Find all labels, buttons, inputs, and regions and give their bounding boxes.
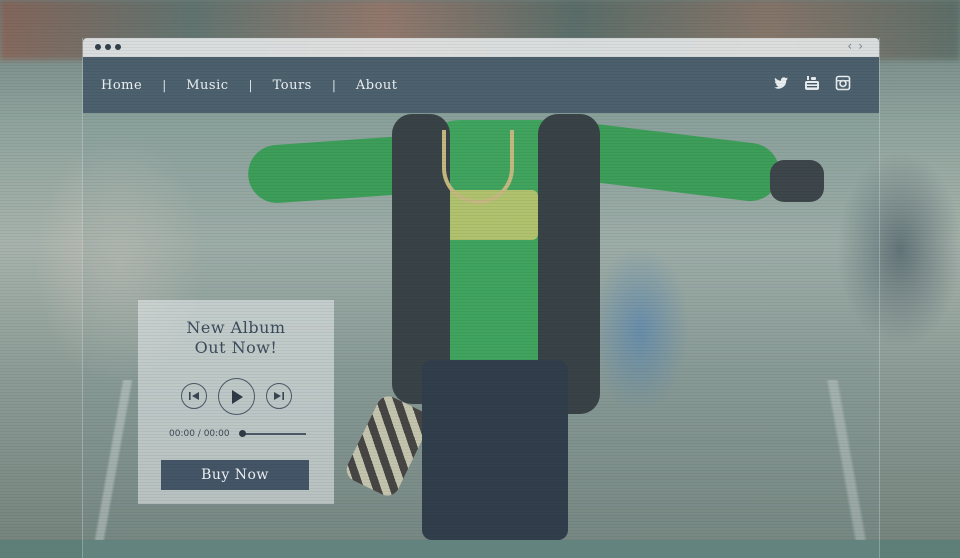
next-button[interactable] — [266, 383, 292, 409]
buy-now-button[interactable]: Buy Now — [161, 460, 309, 490]
progress-track[interactable] — [242, 433, 306, 435]
promo-title-line2: Out Now! — [194, 338, 278, 357]
chevron-left-icon[interactable]: ‹ — [847, 39, 858, 53]
time-display: 00:00 / 00:00 — [169, 429, 230, 439]
social-links — [773, 75, 851, 91]
promo-title-line1: New Album — [186, 318, 286, 337]
site-navbar: Home | Music | Tours | About — [83, 57, 879, 113]
youtube-icon[interactable] — [804, 75, 820, 91]
previous-button[interactable] — [181, 383, 207, 409]
next-icon — [274, 392, 284, 400]
nav-item-about[interactable]: About — [356, 78, 398, 93]
nav-separator: | — [331, 78, 336, 92]
play-icon — [231, 389, 243, 404]
album-promo-card: New Album Out Now! 00:00 / 00:00 Buy Now — [138, 300, 334, 504]
window-controls — [95, 44, 121, 50]
browser-titlebar: ‹› — [83, 38, 879, 57]
instagram-icon[interactable] — [835, 75, 851, 91]
main-menu: Home | Music | Tours | About — [101, 78, 398, 93]
play-button[interactable] — [218, 378, 255, 415]
window-dot[interactable] — [95, 44, 101, 50]
window-dot[interactable] — [105, 44, 111, 50]
browser-nav-arrows: ‹› — [847, 39, 869, 53]
nav-separator: | — [248, 78, 253, 92]
nav-item-tours[interactable]: Tours — [273, 78, 312, 93]
window-dot[interactable] — [115, 44, 121, 50]
nav-separator: | — [162, 78, 167, 92]
chevron-right-icon[interactable]: › — [858, 39, 869, 53]
progress-handle[interactable] — [239, 430, 246, 437]
promo-title: New Album Out Now! — [138, 318, 334, 358]
previous-icon — [189, 392, 199, 400]
twitter-icon[interactable] — [773, 75, 789, 91]
nav-item-home[interactable]: Home — [101, 78, 142, 93]
nav-item-music[interactable]: Music — [186, 78, 228, 93]
